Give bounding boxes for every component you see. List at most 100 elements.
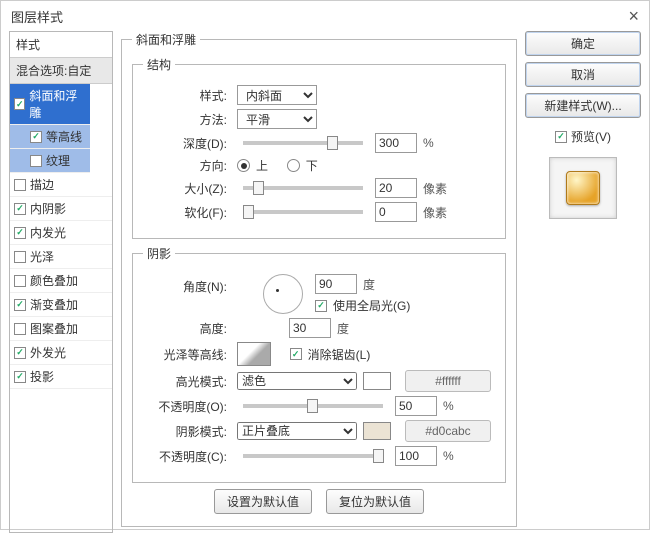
dir-down-radio[interactable] [287, 159, 300, 172]
style-item-label: 等高线 [46, 128, 82, 145]
deg-unit: 度 [363, 276, 375, 293]
style-item-label: 斜面和浮雕 [29, 87, 86, 121]
highlight-opacity-slider[interactable] [243, 404, 383, 408]
shadow-color-code: #d0cabc [405, 420, 491, 442]
style-checkbox[interactable] [14, 275, 26, 287]
style-item-label: 渐变叠加 [30, 296, 78, 313]
style-checkbox[interactable] [30, 155, 42, 167]
shadow-opacity-label: 不透明度(C): [143, 448, 231, 465]
shadow-color-swatch[interactable] [363, 422, 391, 440]
px-unit: 像素 [423, 180, 447, 197]
style-label: 样式: [143, 87, 231, 104]
highlight-mode-select[interactable]: 滤色 [237, 372, 357, 390]
style-item-8[interactable]: 渐变叠加 [10, 293, 112, 317]
size-input[interactable] [375, 178, 417, 198]
depth-input[interactable] [375, 133, 417, 153]
cancel-button[interactable]: 取消 [525, 62, 641, 87]
highlight-opacity-input[interactable] [395, 396, 437, 416]
size-slider[interactable] [243, 186, 363, 190]
structure-group: 结构 样式:内斜面 方法:平滑 深度(D):% 方向:上 下 大小(Z):像素 … [132, 56, 506, 239]
antialias-checkbox[interactable] [290, 348, 302, 360]
highlight-mode-label: 高光模式: [143, 373, 231, 390]
settings-panel: 斜面和浮雕 结构 样式:内斜面 方法:平滑 深度(D):% 方向:上 下 大小(… [121, 31, 517, 533]
highlight-color-swatch[interactable] [363, 372, 391, 390]
shadow-mode-label: 阴影模式: [143, 423, 231, 440]
altitude-label: 高度: [143, 320, 231, 337]
shadow-opacity-slider[interactable] [243, 454, 383, 458]
style-item-label: 描边 [30, 176, 54, 193]
style-checkbox[interactable] [14, 371, 26, 383]
style-select[interactable]: 内斜面 [237, 85, 317, 105]
style-checkbox[interactable] [14, 251, 26, 263]
soften-slider[interactable] [243, 210, 363, 214]
style-checkbox[interactable] [14, 203, 26, 215]
dir-up-label: 上 [256, 157, 268, 174]
global-light-checkbox[interactable] [315, 300, 327, 312]
style-item-4[interactable]: 内阴影 [10, 197, 112, 221]
style-item-10[interactable]: 外发光 [10, 341, 112, 365]
soften-input[interactable] [375, 202, 417, 222]
reset-default-button[interactable]: 复位为默认值 [326, 489, 424, 514]
new-style-button[interactable]: 新建样式(W)... [525, 93, 641, 118]
style-checkbox[interactable] [14, 299, 26, 311]
style-item-3[interactable]: 描边 [10, 173, 112, 197]
depth-label: 深度(D): [143, 135, 231, 152]
preview-box [549, 157, 617, 219]
direction-label: 方向: [143, 157, 231, 174]
style-item-2[interactable]: 纹理 [10, 149, 90, 173]
style-item-label: 颜色叠加 [30, 272, 78, 289]
style-checkbox[interactable] [14, 179, 26, 191]
style-item-9[interactable]: 图案叠加 [10, 317, 112, 341]
gloss-contour-picker[interactable] [237, 342, 271, 366]
preview-checkbox[interactable] [555, 131, 567, 143]
style-item-1[interactable]: 等高线 [10, 125, 90, 149]
px-unit2: 像素 [423, 204, 447, 221]
right-panel: 确定 取消 新建样式(W)... 预览(V) [525, 31, 641, 533]
style-item-label: 内阴影 [30, 200, 66, 217]
structure-legend: 结构 [143, 56, 175, 73]
pct-unit3: % [443, 449, 454, 463]
global-light-label: 使用全局光(G) [333, 297, 410, 314]
style-checkbox[interactable] [14, 323, 26, 335]
shadow-mode-select[interactable]: 正片叠底 [237, 422, 357, 440]
pct-unit: % [423, 136, 434, 150]
preview-label: 预览(V) [571, 128, 611, 145]
gloss-contour-label: 光泽等高线: [143, 346, 231, 363]
style-item-6[interactable]: 光泽 [10, 245, 112, 269]
make-default-button[interactable]: 设置为默认值 [214, 489, 312, 514]
style-checkbox[interactable] [14, 227, 26, 239]
style-item-label: 外发光 [30, 344, 66, 361]
highlight-color-code: #ffffff [405, 370, 491, 392]
soften-label: 软化(F): [143, 204, 231, 221]
angle-input[interactable] [315, 274, 357, 294]
depth-slider[interactable] [243, 141, 363, 145]
method-select[interactable]: 平滑 [237, 109, 317, 129]
blend-options[interactable]: 混合选项:自定 [10, 58, 112, 84]
style-item-11[interactable]: 投影 [10, 365, 112, 389]
shadow-opacity-input[interactable] [395, 446, 437, 466]
style-item-label: 投影 [30, 368, 54, 385]
bevel-group: 斜面和浮雕 结构 样式:内斜面 方法:平滑 深度(D):% 方向:上 下 大小(… [121, 31, 517, 527]
style-item-7[interactable]: 颜色叠加 [10, 269, 112, 293]
styles-panel: 样式 混合选项:自定 斜面和浮雕等高线纹理描边内阴影内发光光泽颜色叠加渐变叠加图… [9, 31, 113, 533]
style-checkbox[interactable] [14, 98, 25, 110]
angle-wheel[interactable] [263, 274, 303, 314]
shading-legend: 阴影 [143, 245, 175, 262]
shading-group: 阴影 角度(N): 度 使用全局光(G) 高度:度 光泽等高线: 消除锯齿(L)… [132, 245, 506, 483]
style-item-label: 光泽 [30, 248, 54, 265]
style-item-5[interactable]: 内发光 [10, 221, 112, 245]
dir-up-radio[interactable] [237, 159, 250, 172]
style-checkbox[interactable] [14, 347, 26, 359]
dialog-title: 图层样式 [11, 7, 63, 26]
close-icon[interactable]: × [628, 6, 639, 27]
highlight-opacity-label: 不透明度(O): [143, 398, 231, 415]
style-item-label: 纹理 [46, 152, 70, 169]
ok-button[interactable]: 确定 [525, 31, 641, 56]
styles-header: 样式 [10, 32, 112, 58]
style-item-0[interactable]: 斜面和浮雕 [10, 84, 90, 125]
deg-unit2: 度 [337, 320, 349, 337]
style-checkbox[interactable] [30, 131, 42, 143]
pct-unit2: % [443, 399, 454, 413]
bevel-legend: 斜面和浮雕 [132, 31, 200, 48]
altitude-input[interactable] [289, 318, 331, 338]
